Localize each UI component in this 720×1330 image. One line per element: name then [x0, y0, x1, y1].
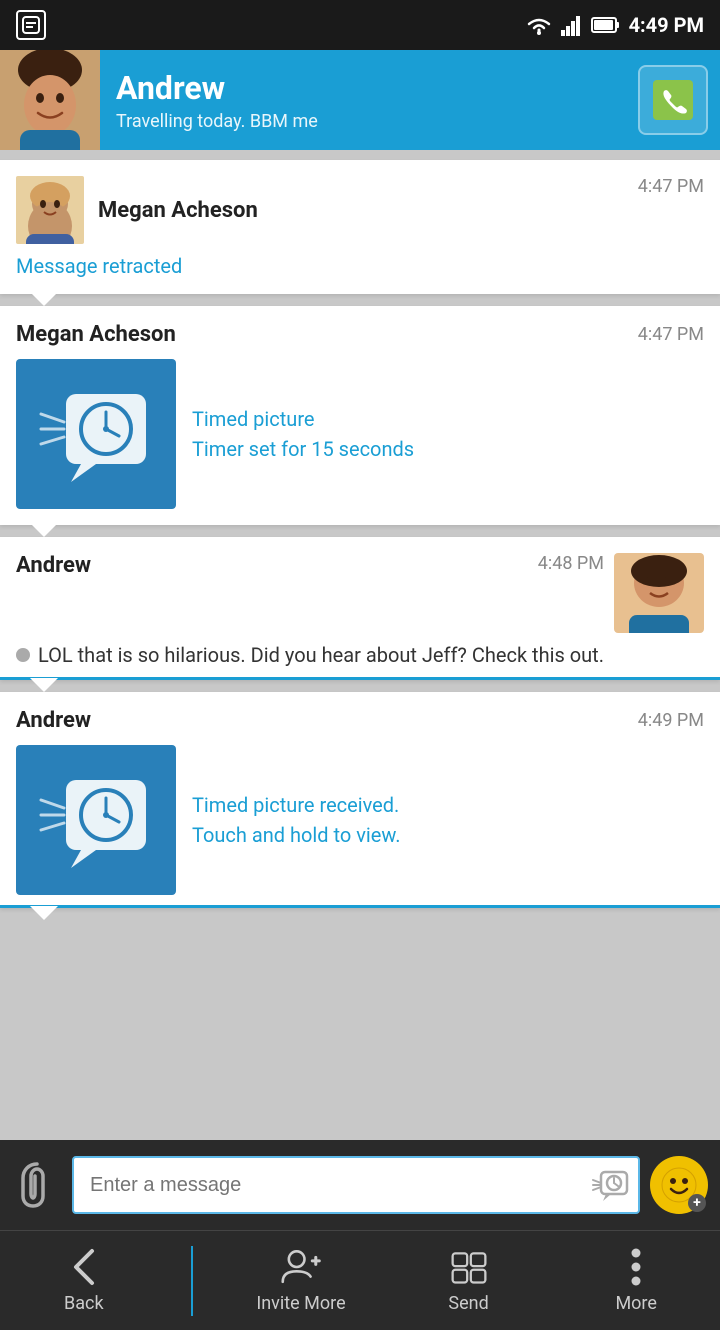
message-4: Andrew 4:49 PM Timed picture received. — [0, 692, 720, 908]
msg-3-body-container: LOL that is so hilarious. Did you hear a… — [16, 643, 704, 667]
msg-1-sender: Megan Acheson — [98, 198, 258, 223]
andrew-avatar-3 — [614, 553, 704, 633]
timed-picture-block-2[interactable]: Timed picture Timer set for 15 seconds — [16, 359, 704, 509]
emoji-button[interactable]: + — [650, 1156, 708, 1214]
nav-send[interactable]: Send — [409, 1247, 529, 1314]
nav-send-label: Send — [448, 1293, 488, 1314]
invite-more-icon — [281, 1247, 321, 1287]
time-display: 4:49 PM — [629, 13, 704, 37]
msg-4-sender: Andrew — [16, 708, 91, 733]
chat-header: Andrew Travelling today. BBM me — [0, 50, 720, 150]
status-bar: 4:49 PM — [0, 0, 720, 50]
msg-1-time: 4:47 PM — [638, 176, 704, 197]
battery-icon — [591, 15, 621, 35]
msg-3-sender: Andrew — [16, 553, 91, 578]
messages-area: Megan Acheson 4:47 PM Message retracted … — [0, 150, 720, 1140]
bottom-nav: Back Invite More Send — [0, 1230, 720, 1330]
msg-1-body: Message retracted — [16, 254, 704, 278]
nav-back-label: Back — [64, 1293, 104, 1314]
contact-status: Travelling today. BBM me — [116, 111, 622, 132]
phone-icon — [653, 80, 693, 120]
msg-4-timed-label: Timed picture received. — [192, 790, 401, 820]
contact-info: Andrew Travelling today. BBM me — [100, 69, 638, 132]
timed-pic-input-button[interactable] — [588, 1163, 632, 1207]
msg-3-body: LOL that is so hilarious. Did you hear a… — [38, 643, 604, 667]
call-button[interactable] — [638, 65, 708, 135]
timed-pic-thumbnail-2 — [16, 359, 176, 509]
nav-more-label: More — [615, 1293, 656, 1314]
msg-2-timer-label: Timer set for 15 seconds — [192, 434, 414, 464]
nav-invite-label: Invite More — [256, 1293, 345, 1314]
wifi-icon — [525, 14, 553, 36]
contact-name: Andrew — [116, 69, 622, 107]
attach-button[interactable] — [12, 1160, 62, 1210]
signal-icon — [561, 14, 583, 36]
timed-pic-thumbnail-4 — [16, 745, 176, 895]
delivery-indicator — [16, 648, 30, 662]
emoji-plus-icon: + — [688, 1194, 706, 1212]
message-input[interactable] — [72, 1156, 640, 1214]
msg-3-time: 4:48 PM — [538, 553, 604, 574]
blue-separator-4 — [0, 905, 720, 908]
timed-picture-block-4[interactable]: Timed picture received. Touch and hold t… — [16, 745, 704, 895]
msg-2-timed-label: Timed picture — [192, 404, 414, 434]
msg-2-sender: Megan Acheson — [16, 322, 176, 347]
nav-divider-1 — [191, 1246, 193, 1316]
status-left — [16, 10, 46, 40]
message-3: Andrew 4:48 PM LO — [0, 537, 720, 680]
back-icon — [64, 1247, 104, 1287]
nav-more[interactable]: More — [576, 1247, 696, 1314]
status-right: 4:49 PM — [525, 13, 704, 37]
message-input-container — [72, 1156, 640, 1214]
bbm-status-icon — [16, 10, 46, 40]
contact-avatar — [0, 50, 100, 150]
nav-back[interactable]: Back — [24, 1247, 144, 1314]
nav-invite-more[interactable]: Invite More — [241, 1247, 361, 1314]
send-icon — [449, 1247, 489, 1287]
blue-separator — [0, 677, 720, 680]
message-2: Megan Acheson 4:47 PM — [0, 306, 720, 525]
more-icon — [616, 1247, 656, 1287]
msg-4-touch-label: Touch and hold to view. — [192, 820, 401, 850]
input-area: + — [0, 1140, 720, 1230]
megan-avatar-1 — [16, 176, 84, 244]
message-1: Megan Acheson 4:47 PM Message retracted — [0, 160, 720, 294]
msg-2-time: 4:47 PM — [638, 324, 704, 345]
msg-4-time: 4:49 PM — [638, 710, 704, 731]
